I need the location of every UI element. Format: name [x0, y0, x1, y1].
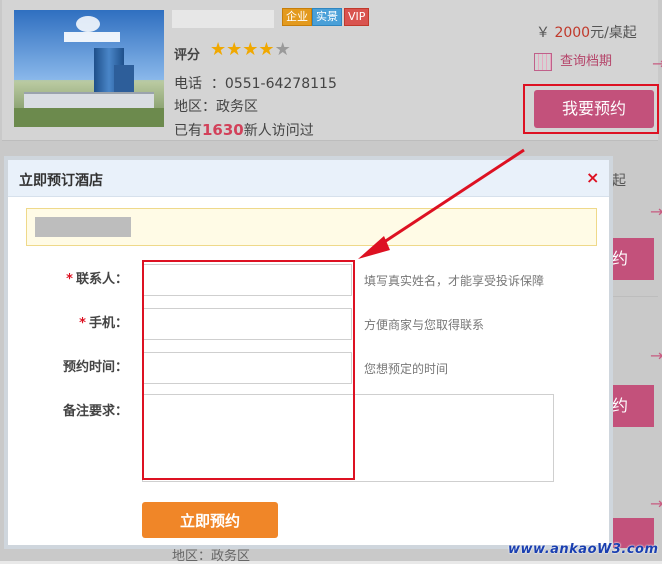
check-schedule-link[interactable]: 查询档期 [534, 50, 612, 71]
remark-label: 备注要求： [62, 404, 128, 419]
time-hint: 您想预定的时间 [364, 362, 449, 376]
rating-label: 评分 [174, 48, 201, 63]
arrow-right-icon[interactable]: → [650, 346, 662, 365]
calendar-icon [534, 52, 552, 71]
dialog-header: 立即预订酒店 × [8, 160, 609, 197]
hotel-logo-icon [76, 16, 100, 32]
booking-dialog: 立即预订酒店 × * 联系人： 填写真实姓名，才能享受投诉保障 * 手机： 方便商家… [4, 156, 613, 549]
watermark: www.ankaoW3.com [508, 542, 659, 557]
badge-real-scene: 实景 [312, 8, 342, 26]
book-button-highlight [523, 84, 659, 134]
remark-textarea[interactable] [142, 394, 554, 482]
arrow-right-icon[interactable]: → [650, 494, 662, 513]
notice-box [26, 208, 597, 246]
notice-redacted [35, 217, 131, 237]
contact-label: * 联系人： [66, 272, 128, 287]
star-icon: ★ [226, 39, 243, 60]
hotel-name-redacted [172, 10, 274, 28]
phone-hint: 方便商家与您取得联系 [364, 318, 485, 332]
side-book-button[interactable]: 约 [610, 238, 654, 280]
time-label: 预约时间： [62, 360, 128, 375]
rating-stars: ★★★★★ [210, 39, 291, 60]
booking-time-input[interactable] [142, 352, 352, 384]
star-icon: ★ [210, 39, 227, 60]
star-empty-icon: ★ [274, 39, 291, 60]
hotel-phone: 电话 ：0551-64278115 [174, 76, 337, 92]
side-price-unit: 起 [612, 173, 626, 189]
star-icon: ★ [258, 39, 275, 60]
arrow-right-icon[interactable]: → [650, 202, 662, 221]
hotel-area: 地区：政务区 [174, 99, 258, 115]
side-book-button[interactable]: 约 [610, 385, 654, 427]
contact-hint: 填写真实姓名，才能享受投诉保障 [364, 274, 545, 288]
hotel-card: 企业 实景 VIP 评分 ★★★★★ 电话 ：0551-64278115 地区：… [2, 0, 662, 141]
badge-enterprise: 企业 [282, 8, 312, 26]
submit-booking-button[interactable]: 立即预约 [142, 502, 278, 538]
phone-label: * 手机： [79, 316, 128, 331]
hotel-visits: 已有1630新人访问过 [174, 121, 314, 139]
dialog-title: 立即预订酒店 [19, 173, 103, 189]
arrow-right-icon[interactable]: → [652, 54, 662, 73]
hotel-price: ￥ 2000元/桌起 [536, 25, 637, 41]
badge-vip: VIP [344, 8, 370, 26]
hotel-photo[interactable] [14, 10, 164, 127]
contact-name-input[interactable] [142, 264, 352, 296]
mobile-input[interactable] [142, 308, 352, 340]
star-icon: ★ [242, 39, 259, 60]
close-icon[interactable]: × [586, 168, 599, 187]
